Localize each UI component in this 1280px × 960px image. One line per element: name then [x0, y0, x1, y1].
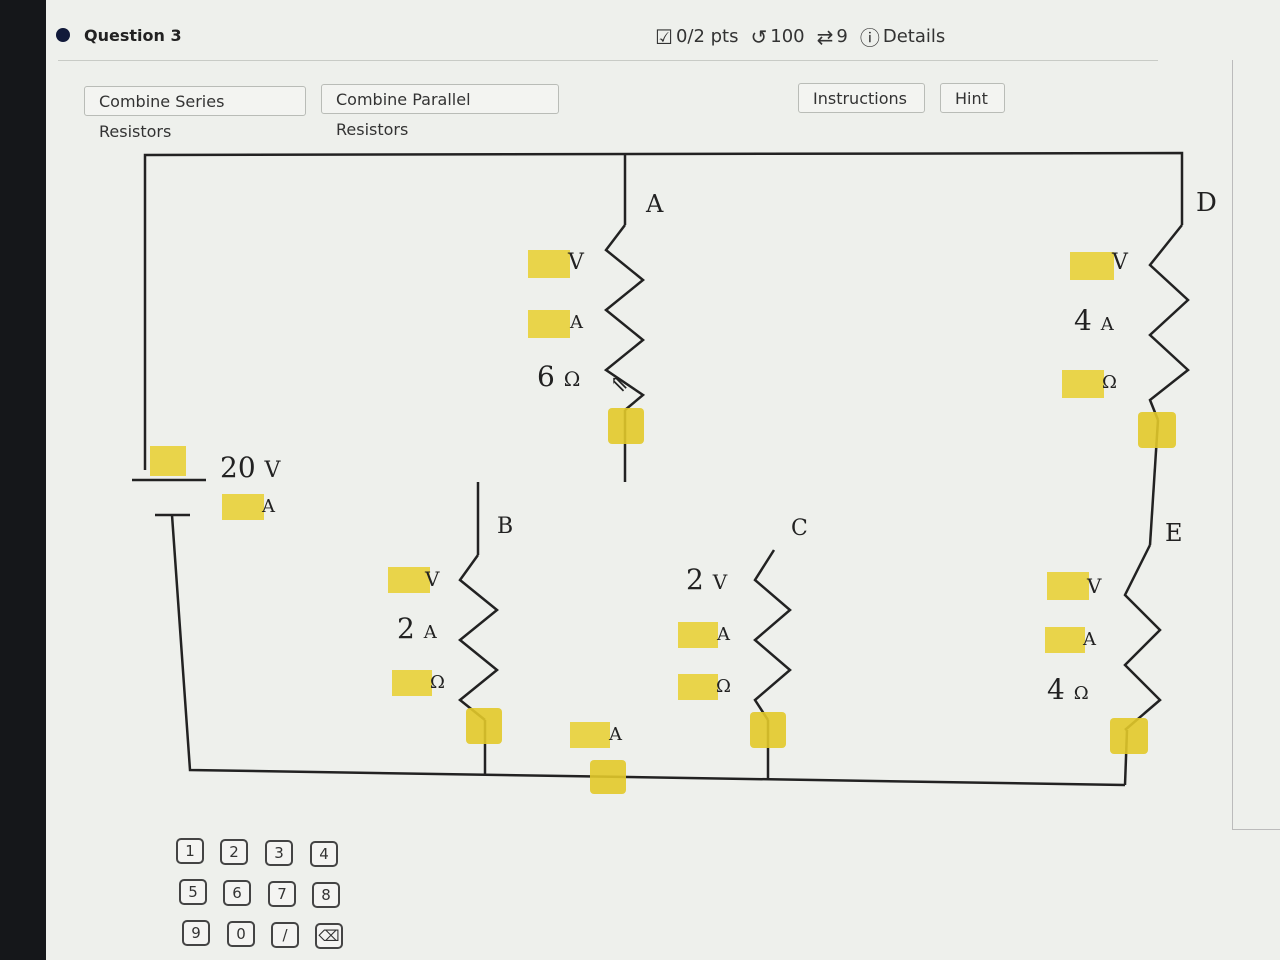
d-current: 4 A — [1074, 304, 1114, 337]
key-3[interactable]: 3 — [265, 840, 293, 866]
resistor-c — [753, 549, 792, 721]
c-current-input[interactable] — [678, 622, 718, 648]
source-current-unit: A — [262, 496, 275, 517]
e-voltage-unit: V — [1087, 574, 1102, 598]
a-voltage-input[interactable] — [528, 250, 570, 278]
e-current-input[interactable] — [1045, 627, 1085, 653]
e-resistance: 4 Ω — [1047, 673, 1089, 706]
mouse-cursor-icon: ⇖ — [610, 372, 629, 397]
key-2[interactable]: 2 — [220, 839, 248, 865]
d-voltage-unit: V — [1112, 250, 1128, 275]
e-current-unit: A — [1083, 629, 1096, 650]
resistor-e — [1123, 544, 1162, 731]
backspace-key-icon[interactable]: ⌫ — [315, 923, 343, 949]
a-resistance: 6 Ω — [537, 360, 581, 393]
resistor-a-name: A — [646, 190, 664, 218]
a-current-arrow-input[interactable] — [608, 408, 644, 444]
bottom-current-arrow-input[interactable] — [590, 760, 626, 794]
bottom-current-unit: A — [609, 724, 622, 745]
key-9[interactable]: 9 — [182, 920, 210, 946]
d-voltage-input[interactable] — [1070, 252, 1114, 280]
b-ohm-unit: Ω — [430, 672, 445, 693]
resistor-b — [458, 554, 499, 721]
key-7[interactable]: 7 — [268, 881, 296, 907]
d-resistance-input[interactable] — [1062, 370, 1104, 398]
c-voltage: 2 V — [686, 563, 728, 596]
source-current-input[interactable] — [222, 494, 264, 520]
circuit-diagram — [132, 151, 1190, 787]
b-current-arrow-input[interactable] — [466, 708, 502, 744]
key-6[interactable]: 6 — [223, 880, 251, 906]
b-current: 2 A — [397, 612, 437, 645]
c-resistance-input[interactable] — [678, 674, 718, 700]
source-voltage: 20 V — [220, 451, 281, 484]
key-8[interactable]: 8 — [312, 882, 340, 908]
key-1[interactable]: 1 — [176, 838, 204, 864]
a-voltage-unit: V — [568, 250, 584, 275]
key-5[interactable]: 5 — [179, 879, 207, 905]
e-voltage-input[interactable] — [1047, 572, 1089, 600]
c-current-unit: A — [717, 624, 730, 645]
wire-top — [143, 151, 1184, 470]
resistor-b-name: B — [497, 514, 514, 539]
b-voltage-input[interactable] — [388, 567, 430, 593]
resistor-d-name: D — [1196, 188, 1217, 218]
resistor-c-name: C — [791, 516, 808, 541]
resistor-e-name: E — [1165, 519, 1183, 547]
key-4[interactable]: 4 — [310, 841, 338, 867]
key-0[interactable]: 0 — [227, 921, 255, 947]
wire-left — [170, 514, 1126, 787]
key-slash[interactable]: / — [271, 922, 299, 948]
b-resistance-input[interactable] — [392, 670, 432, 696]
e-current-arrow-input[interactable] — [1110, 718, 1148, 754]
c-current-arrow-input[interactable] — [750, 712, 786, 748]
c-ohm-unit: Ω — [716, 676, 731, 697]
source-voltage-input[interactable] — [150, 446, 186, 476]
a-current-unit: A — [570, 312, 583, 333]
b-voltage-unit: V — [425, 567, 440, 591]
d-ohm-unit: Ω — [1102, 372, 1117, 393]
d-current-arrow-input[interactable] — [1138, 412, 1176, 448]
resistor-d — [1148, 224, 1190, 421]
bottom-current-input[interactable] — [570, 722, 610, 748]
a-current-input[interactable] — [528, 310, 570, 338]
